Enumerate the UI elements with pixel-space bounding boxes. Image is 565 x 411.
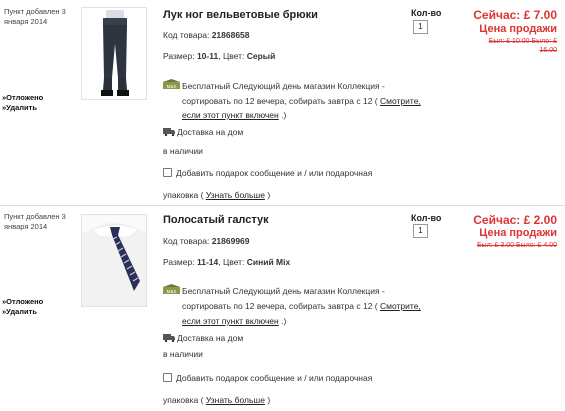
store-collection-icon: M&S (163, 284, 180, 294)
quantity-input[interactable]: 1 (413, 224, 428, 238)
product-sku-line: Код товара: 21869969 (163, 236, 250, 246)
size-value: 11-14 (196, 257, 219, 267)
gift-close: ) (267, 190, 271, 200)
delivery-truck-icon (163, 334, 175, 342)
sku-value: 21869969 (211, 236, 250, 246)
price-was-2: 16.00 (539, 47, 557, 54)
product-size-color-line: Размер: 10-11, Цвет: Серый (163, 51, 275, 61)
svg-text:M&S: M&S (167, 289, 177, 294)
item-actions: »Отложено »Удалить (2, 297, 43, 317)
size-label: Размер: (163, 51, 195, 61)
sku-value: 21868658 (211, 30, 250, 40)
store-included-link[interactable]: если этот пункт включен (182, 316, 279, 326)
stock-text: в наличии (163, 349, 203, 359)
store-included-link[interactable]: если этот пункт включен (182, 110, 279, 120)
item-actions: »Отложено »Удалить (2, 93, 43, 113)
quantity-input[interactable]: 1 (413, 20, 428, 34)
sku-label: Код товара: (163, 236, 210, 246)
item-added-date: Пункт добавлен 3 января 2014 (4, 212, 66, 231)
delivery-text: Доставка на дом (177, 333, 244, 343)
price-was-1: Был: £ 10.00 Было: £ (488, 38, 557, 45)
item-added-date: Пункт добавлен 3 января 2014 (4, 7, 66, 26)
gift-text-1: Добавить подарок сообщение и / или подар… (176, 168, 373, 178)
color-label: , Цвет: (218, 51, 245, 61)
sku-label: Код товара: (163, 30, 210, 40)
tie-image (82, 215, 146, 306)
store-collection-text-1: Бесплатный Следующий день магазин Коллек… (182, 81, 385, 91)
product-title[interactable]: Полосатый галстук (163, 214, 269, 226)
product-image-trousers[interactable] (81, 7, 147, 100)
quantity-label: Кол-во (411, 213, 442, 223)
gift-learn-more-link[interactable]: Узнать больше (206, 190, 265, 200)
store-close: .) (281, 316, 287, 326)
color-value: Серый (246, 51, 276, 61)
gift-text: упаковка ( (163, 395, 204, 405)
store-collection-text-1: Бесплатный Следующий день магазин Коллек… (182, 286, 385, 296)
store-collection-text-2: сортировать по 12 вечера, собирать завтр… (182, 301, 421, 311)
size-value: 10-11 (196, 51, 219, 61)
store-close: .) (281, 110, 287, 120)
gift-text: упаковка ( (163, 190, 204, 200)
postpone-link[interactable]: »Отложено (2, 93, 43, 103)
store-see-link[interactable]: Смотрите, (380, 96, 421, 106)
price-now: Сейчас: £ 2.00 (473, 213, 557, 227)
basket-item-2: Пункт добавлен 3 января 2014 Полосатый г… (0, 206, 565, 411)
store-collection-text-2: сортировать по 12 вечера, собирать завтр… (182, 96, 421, 106)
product-title[interactable]: Лук ног вельветовые брюки (163, 9, 318, 21)
gift-text-2: упаковка ( Узнать больше ) (163, 190, 270, 200)
delivery-truck-icon (163, 128, 175, 136)
quantity-label: Кол-во (411, 8, 442, 18)
delete-link[interactable]: »Удалить (2, 307, 43, 317)
postpone-link[interactable]: »Отложено (2, 297, 43, 307)
gift-close: ) (267, 395, 271, 405)
gift-text-1: Добавить подарок сообщение и / или подар… (176, 373, 373, 383)
product-sku-line: Код товара: 21868658 (163, 30, 250, 40)
store-collection-text-3: если этот пункт включен .) (182, 316, 286, 326)
basket-item-1: Пункт добавлен 3 января 2014 Лук ног вел… (0, 0, 565, 205)
gift-text-2: упаковка ( Узнать больше ) (163, 395, 270, 405)
trousers-image (82, 8, 146, 99)
color-value: Синий Mix (246, 257, 291, 267)
gift-learn-more-link[interactable]: Узнать больше (206, 395, 265, 405)
price-was-1: Был: £ 3.00 Было: £ 4.00 (476, 242, 557, 249)
gift-message-checkbox[interactable] (163, 168, 172, 177)
size-label: Размер: (163, 257, 195, 267)
product-image-tie[interactable] (81, 214, 147, 307)
product-size-color-line: Размер: 11-14, Цвет: Синий Mix (163, 257, 290, 267)
gift-message-checkbox[interactable] (163, 373, 172, 382)
delete-link[interactable]: »Удалить (2, 103, 43, 113)
stock-text: в наличии (163, 146, 203, 156)
store-text: сортировать по 12 вечера, собирать завтр… (182, 301, 378, 311)
svg-text:M&S: M&S (167, 84, 177, 89)
price-sale-label: Цена продажи (479, 227, 557, 239)
store-collection-text-3: если этот пункт включен .) (182, 110, 286, 120)
delivery-text: Доставка на дом (177, 127, 244, 137)
price-now: Сейчас: £ 7.00 (473, 8, 557, 22)
store-text: сортировать по 12 вечера, собирать завтр… (182, 96, 378, 106)
color-label: , Цвет: (218, 257, 245, 267)
store-collection-icon: M&S (163, 79, 180, 89)
price-sale-label: Цена продажи (479, 23, 557, 35)
store-see-link[interactable]: Смотрите, (380, 301, 421, 311)
